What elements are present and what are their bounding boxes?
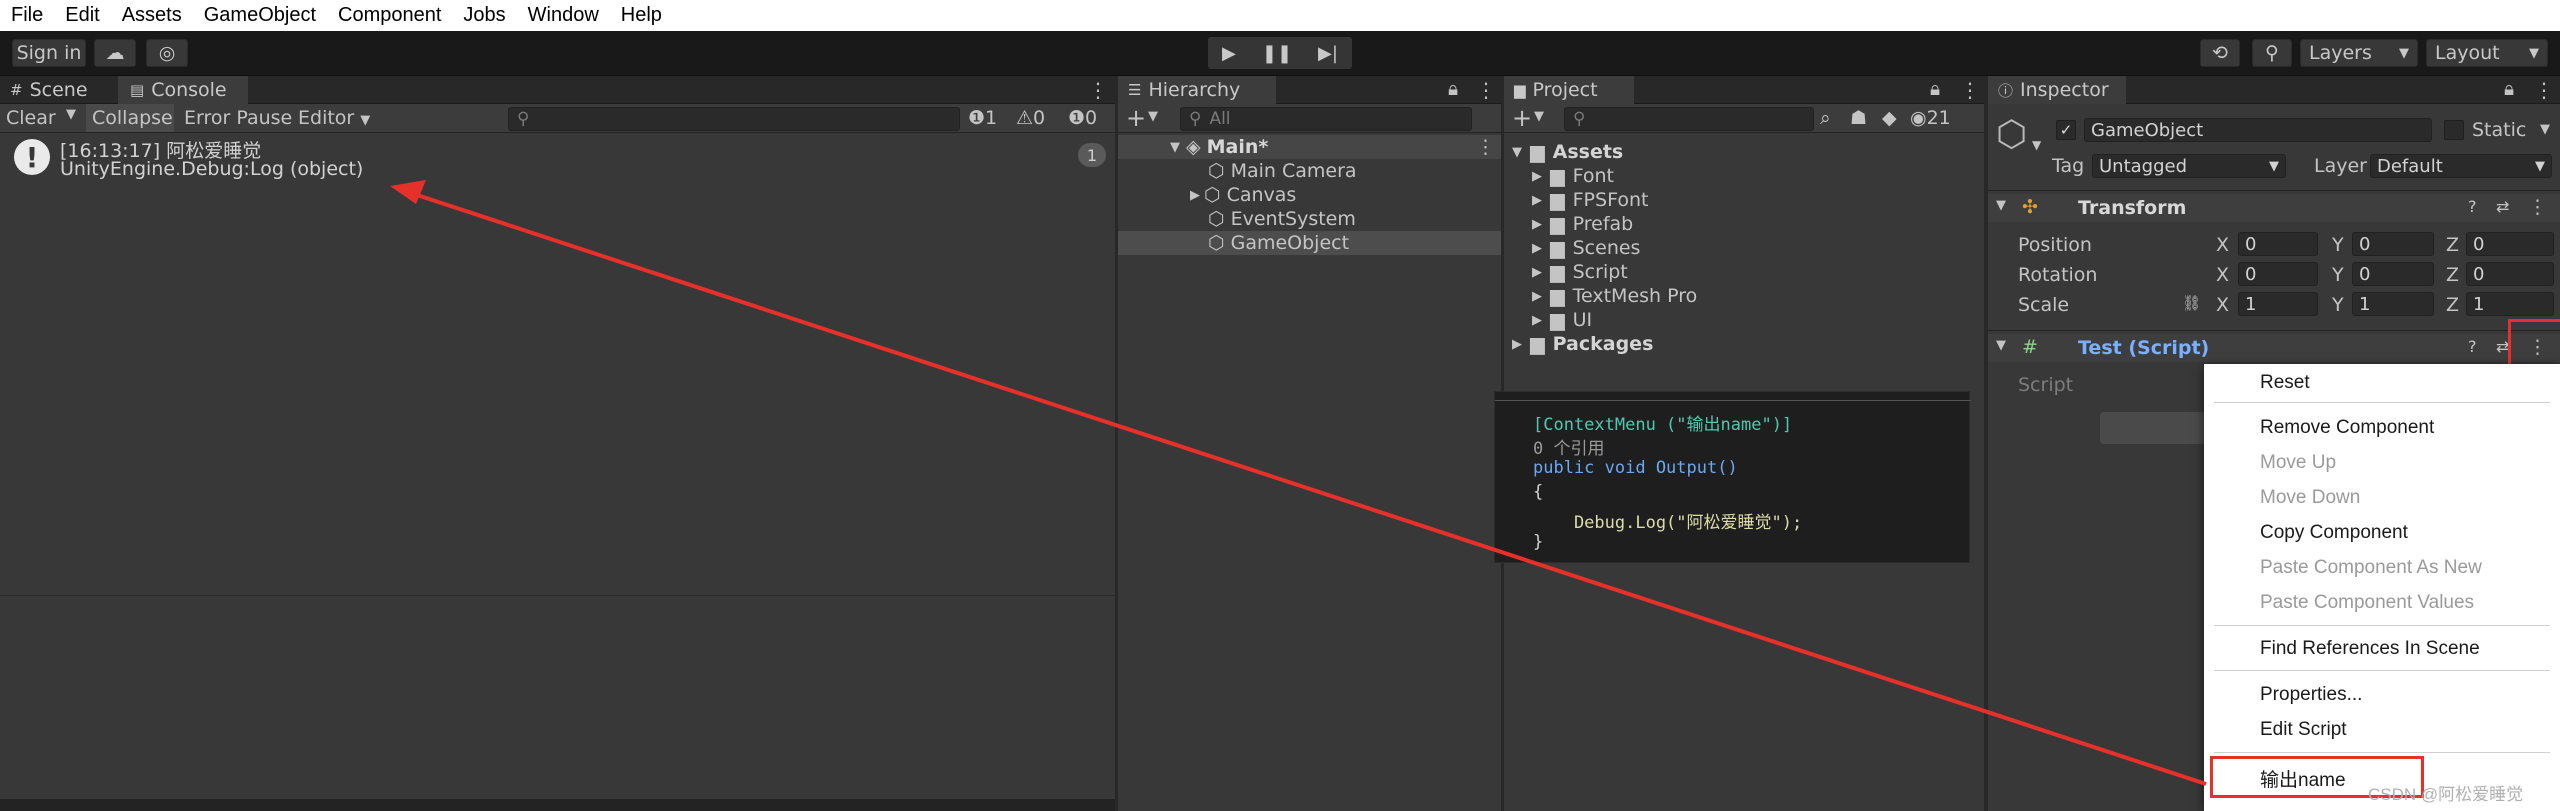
arrow-line xyxy=(413,192,2207,786)
annotation-arrow xyxy=(390,180,2207,786)
arrow-head xyxy=(390,180,426,204)
